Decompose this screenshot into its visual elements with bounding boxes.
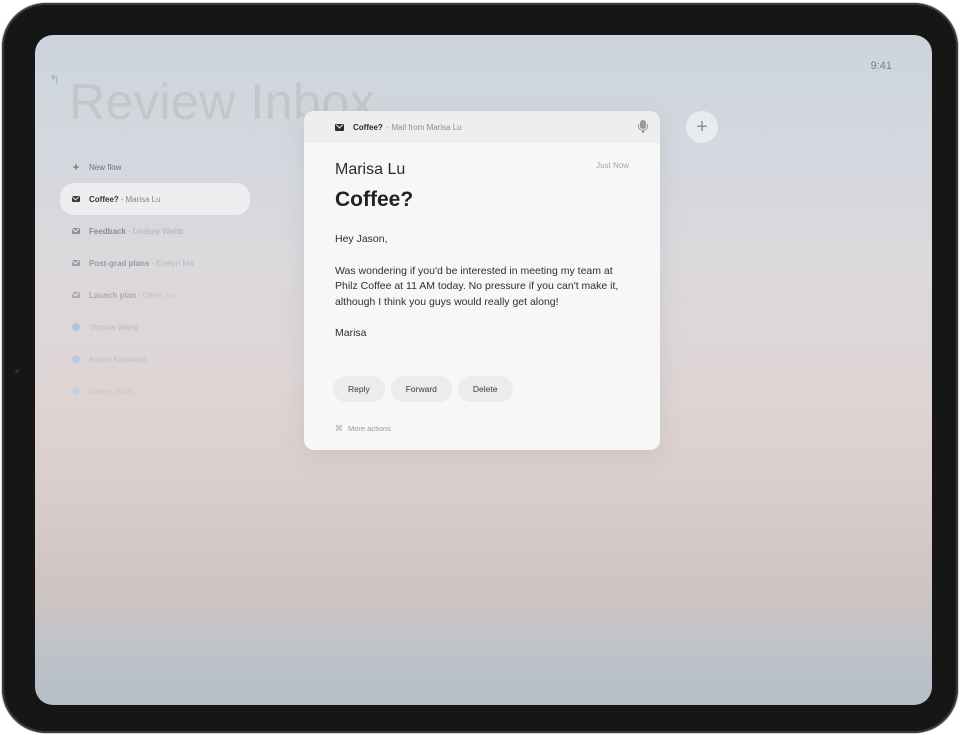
mail-icon xyxy=(335,123,344,131)
back-arrow-icon[interactable]: ↰ xyxy=(49,73,63,87)
tablet-frame: ↰ Review Inbox 9:41 + New flow Coffee? ·… xyxy=(2,3,958,733)
new-flow-button[interactable]: + New flow xyxy=(60,151,250,183)
plus-icon: + xyxy=(72,160,80,174)
sidebar-item-sender: Evelyn Ma xyxy=(156,258,194,268)
reply-button[interactable]: Reply xyxy=(333,376,385,402)
sidebar-item-title: Feedback xyxy=(89,226,126,236)
mail-icon xyxy=(70,193,82,205)
sidebar-item-post-grad[interactable]: Post-grad plans · Evelyn Ma xyxy=(60,247,250,279)
mail-icon xyxy=(70,289,82,301)
email-signoff: Marisa xyxy=(335,327,367,339)
action-row: Reply Forward Delete xyxy=(333,376,513,402)
email-paragraph: Was wondering if you'd be interested in … xyxy=(335,264,619,308)
camera-dot xyxy=(15,369,19,373)
sidebar-item-launch-plan[interactable]: Launch plan · Oliver Im xyxy=(60,279,250,311)
sidebar-item-title: Advait Kalakkad xyxy=(89,354,147,364)
screen: ↰ Review Inbox 9:41 + New flow Coffee? ·… xyxy=(35,35,932,705)
sender-name: Marisa Lu xyxy=(335,161,406,178)
sidebar-item-sender: Oliver Im xyxy=(142,290,175,300)
mail-icon xyxy=(70,257,82,269)
sidebar-item-feedback[interactable]: Feedback · Lindsay Webb xyxy=(60,215,250,247)
sidebar-item-title: Coffee? xyxy=(89,194,119,204)
header-source: Mail from Marisa Lu xyxy=(391,122,462,132)
sidebar-item-title: Launch plan xyxy=(89,290,137,300)
sidebar-item-sender: Marisa Lu xyxy=(125,194,161,204)
card-body: Marisa Lu Just Now Coffee? Hey Jason, Wa… xyxy=(304,143,660,342)
sidebar-item-title: Victoria Wang xyxy=(89,322,139,332)
more-actions-link[interactable]: ⌘ More actions xyxy=(335,424,391,433)
sidebar-item-sender: Lindsay Webb xyxy=(132,226,184,236)
person-icon xyxy=(70,385,82,397)
new-flow-label: New flow xyxy=(89,162,122,172)
sidebar-item-title: Post-grad plans xyxy=(89,258,150,268)
sidebar-item-victoria[interactable]: Victoria Wang xyxy=(60,311,250,343)
plus-icon: + xyxy=(696,116,708,138)
flow-sidebar: + New flow Coffee? · Marisa Lu Feedback … xyxy=(60,151,250,407)
sidebar-item-danny[interactable]: Danny Trinh xyxy=(60,375,250,407)
microphone-icon[interactable] xyxy=(638,120,648,134)
forward-button[interactable]: Forward xyxy=(390,376,452,402)
email-subject: Coffee? xyxy=(335,188,414,211)
command-icon: ⌘ xyxy=(335,424,343,433)
add-button[interactable]: + xyxy=(686,111,718,143)
sidebar-item-title: Danny Trinh xyxy=(89,386,133,396)
email-greeting: Hey Jason, xyxy=(335,233,388,245)
email-card: Coffee? · Mail from Marisa Lu Marisa Lu … xyxy=(304,111,660,450)
more-actions-label: More actions xyxy=(348,424,391,433)
delete-button[interactable]: Delete xyxy=(457,376,513,402)
sidebar-item-coffee[interactable]: Coffee? · Marisa Lu xyxy=(60,183,250,215)
email-body: Hey Jason, Was wondering if you'd be int… xyxy=(335,232,629,342)
header-subject: Coffee? xyxy=(353,122,383,132)
card-header: Coffee? · Mail from Marisa Lu xyxy=(304,111,660,143)
person-icon xyxy=(70,321,82,333)
status-time: 9:41 xyxy=(870,60,892,72)
timestamp: Just Now xyxy=(596,161,629,170)
sidebar-item-advait[interactable]: Advait Kalakkad xyxy=(60,343,250,375)
mail-icon xyxy=(70,225,82,237)
person-icon xyxy=(70,353,82,365)
